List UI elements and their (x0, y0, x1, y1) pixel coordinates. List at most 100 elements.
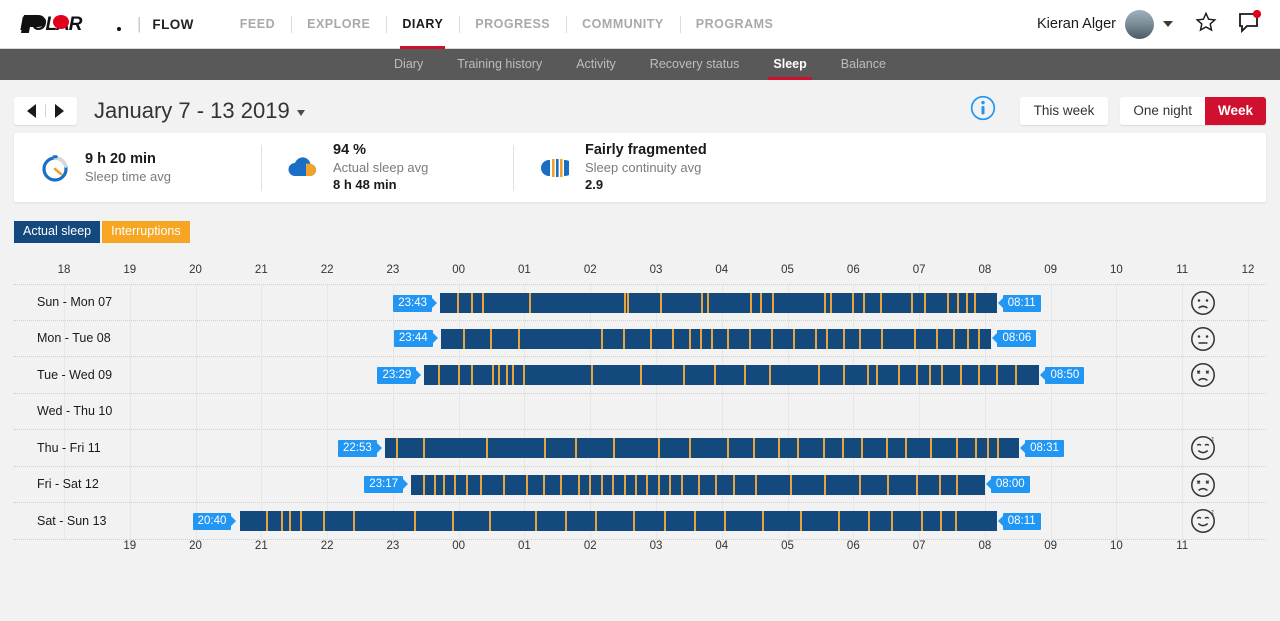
nav-item-explore[interactable]: EXPLORE (291, 0, 386, 49)
interruption-mark (575, 438, 577, 458)
interruption-mark (921, 511, 923, 531)
sleep-row[interactable]: Sat - Sun 1320:4008:11z (14, 503, 1266, 540)
subnav-item-diary[interactable]: Diary (377, 49, 440, 80)
sleep-bar[interactable] (440, 293, 996, 313)
interruption-mark (486, 438, 488, 458)
sleep-rating-neutral-icon[interactable] (1190, 326, 1216, 352)
sleep-bar[interactable] (441, 329, 992, 349)
interruption-mark (997, 438, 999, 458)
interruption-mark (658, 475, 660, 495)
product-name: FLOW (152, 17, 193, 32)
sleep-bar[interactable] (424, 365, 1039, 385)
sleep-row[interactable]: Thu - Fri 1122:5308:31z (14, 430, 1266, 467)
chart-gridline (590, 284, 591, 540)
interruption-mark (466, 475, 468, 495)
sleep-row-label: Sun - Mon 07 (37, 295, 112, 309)
subnav-item-balance[interactable]: Balance (824, 49, 903, 80)
info-icon[interactable] (970, 95, 996, 126)
interruption-mark (512, 365, 514, 385)
subnav-item-recovery-status[interactable]: Recovery status (633, 49, 757, 80)
subnav-item-activity[interactable]: Activity (559, 49, 633, 80)
view-one-night-button[interactable]: One night (1120, 97, 1205, 125)
previous-period-button[interactable] (18, 98, 45, 124)
interruption-mark (591, 365, 593, 385)
interruption-mark (960, 365, 962, 385)
interruption-mark (323, 511, 325, 531)
interruption-mark (867, 365, 869, 385)
axis-bottom-tick-00: 00 (452, 540, 465, 552)
interruption-mark (966, 293, 968, 313)
sleep-time-icon (38, 153, 72, 183)
polar-logo[interactable]: POLAR (20, 13, 124, 35)
star-icon[interactable] (1195, 11, 1217, 38)
avatar[interactable] (1125, 10, 1154, 39)
sleep-row[interactable]: Fri - Sat 1223:1708:00 (14, 467, 1266, 504)
interruption-mark (797, 438, 799, 458)
subnav-item-sleep[interactable]: Sleep (756, 49, 823, 80)
nav-item-feed[interactable]: FEED (224, 0, 291, 49)
interruption-mark (281, 511, 283, 531)
sleep-row[interactable]: Wed - Thu 10 (14, 394, 1266, 431)
sleep-row[interactable]: Mon - Tue 0823:4408:06 (14, 321, 1266, 358)
interruption-mark (689, 329, 691, 349)
interruption-mark (859, 329, 861, 349)
sleep-chart: 18192021222300010203040506070809101112 S… (14, 264, 1266, 562)
nav-item-progress[interactable]: PROGRESS (459, 0, 566, 49)
interruption-mark (458, 365, 460, 385)
sleep-end-badge: 08:00 (991, 476, 1030, 493)
legend-chip-interruptions[interactable]: Interruptions (102, 221, 189, 243)
interruption-mark (635, 475, 637, 495)
this-week-button[interactable]: This week (1020, 97, 1109, 125)
interruption-mark (859, 475, 861, 495)
sleep-bar[interactable] (240, 511, 997, 531)
sleep-start-badge: 23:44 (394, 330, 433, 347)
axis-bottom-tick-05: 05 (781, 540, 794, 552)
interruption-mark (471, 365, 473, 385)
feedback-icon[interactable] (1236, 10, 1262, 39)
sleep-end-badge: 08:06 (997, 330, 1036, 347)
interruption-mark (289, 511, 291, 531)
chevron-down-icon[interactable] (1163, 21, 1173, 27)
chart-gridline (459, 284, 460, 540)
sleep-rating-happy-icon[interactable]: z (1190, 508, 1216, 534)
sleep-rating-neutral-sad-icon[interactable] (1190, 290, 1216, 316)
user-name: Kieran Alger (1037, 16, 1116, 32)
axis-bottom-tick-08: 08 (978, 540, 991, 552)
interruption-mark (658, 438, 660, 458)
sleep-rating-sad-x-icon[interactable] (1190, 362, 1216, 388)
sleep-start-badge: 20:40 (193, 513, 232, 530)
interruption-mark (956, 438, 958, 458)
sleep-rating-sad-x-icon[interactable] (1190, 472, 1216, 498)
nav-item-community[interactable]: COMMUNITY (566, 0, 680, 49)
date-range-selector[interactable]: January 7 - 13 2019 (94, 98, 305, 124)
chart-axis-bottom: 1920212223000102030405060708091011 (14, 540, 1266, 562)
sleep-bar[interactable] (385, 438, 1019, 458)
legend-chip-actual-sleep[interactable]: Actual sleep (14, 221, 100, 243)
nav-item-diary[interactable]: DIARY (386, 0, 459, 49)
subnav-item-training-history[interactable]: Training history (440, 49, 559, 80)
interruption-mark (956, 475, 958, 495)
interruption-mark (714, 365, 716, 385)
interruption-mark (711, 329, 713, 349)
chart-gridline (524, 284, 525, 540)
sleep-row[interactable]: Tue - Wed 0923:2908:50 (14, 357, 1266, 394)
next-period-button[interactable] (46, 98, 73, 124)
continuity-value: Fairly fragmented (585, 142, 707, 159)
sleep-rating-happy-icon[interactable]: z (1190, 435, 1216, 461)
interruption-mark (490, 329, 492, 349)
axis-bottom-tick-23: 23 (386, 540, 399, 552)
nav-item-programs[interactable]: PROGRAMS (680, 0, 790, 49)
interruption-mark (443, 475, 445, 495)
continuity-label: Sleep continuity avg (585, 159, 707, 176)
sleep-bar[interactable] (411, 475, 985, 495)
summary-card-sleep-time: 9 h 20 min Sleep time avg (14, 145, 261, 191)
interruption-mark (700, 329, 702, 349)
sleep-row[interactable]: Sun - Mon 0723:4308:11 (14, 284, 1266, 321)
interruption-mark (868, 511, 870, 531)
sleep-row-label: Wed - Thu 10 (37, 404, 112, 418)
axis-top-tick-01: 01 (518, 264, 531, 276)
interruption-mark (978, 365, 980, 385)
chart-gridline (1051, 284, 1052, 540)
view-week-button[interactable]: Week (1205, 97, 1266, 125)
interruption-mark (880, 293, 882, 313)
